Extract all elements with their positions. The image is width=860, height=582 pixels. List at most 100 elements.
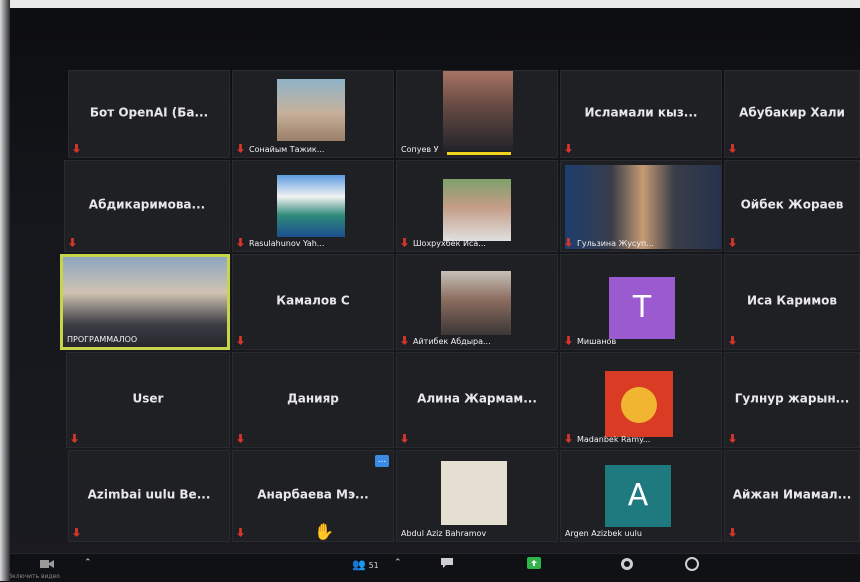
participant-label: Гульзина Жусуп... [577,239,654,248]
participant-name: Ойбек Жораев [740,197,844,212]
participant-label: Madanbek Ramy... [577,435,651,444]
participant-tile[interactable]: A Argen Azizbek uulu [560,450,722,542]
participant-name: Иса Каримов [747,293,837,308]
mic-muted-icon [565,434,572,443]
participant-tile[interactable]: Шохрухбек Иса... [396,160,558,252]
participant-label: Argen Azizbek uulu [565,529,642,538]
mic-muted-icon [73,528,80,537]
participant-tile[interactable]: Абдикаримова... [64,160,230,252]
mic-muted-icon [401,238,408,247]
participant-tile[interactable]: Гульзина Жусуп... [560,160,722,252]
participant-name: Данияр [287,391,339,406]
participant-tile[interactable]: Madanbek Ramy... [560,352,722,448]
mic-muted-icon [237,434,244,443]
mic-muted-icon [73,144,80,153]
monitor-bezel-top [0,0,860,8]
participant-label: Айтибек Абдыра... [413,337,491,346]
participant-tile[interactable]: Алина Жармам... [396,352,558,448]
participant-tile[interactable]: Бот OpenAI (Ба... [68,70,230,158]
start-video-button[interactable]: Включить видео [8,557,76,581]
participants-count: 51 [368,561,379,570]
mic-muted-icon [729,238,736,247]
participant-name: Azimbai uulu Be... [87,487,211,502]
video-feed [63,257,227,347]
participant-name: Айжан Имамал... [732,487,852,502]
participant-tile[interactable]: Сопуев У [396,70,558,158]
participant-tile[interactable]: Айжан Имамал... [724,450,860,542]
participant-label: Шохрухбек Иса... [413,239,486,248]
participant-tile[interactable]: Гулнур жарын... [724,352,860,448]
mic-muted-icon [729,528,736,537]
participant-tile[interactable]: Иса Каримов [724,254,860,350]
monitor-bezel-left [0,0,10,581]
participant-tile[interactable]: Rasulahunov Yah... [232,160,394,252]
participant-label: Мишанов [577,337,617,346]
mic-muted-icon [237,528,244,537]
mic-muted-icon [69,238,76,247]
participant-name: Бот OpenAI (Ба... [89,105,209,120]
avatar: T [609,277,675,339]
participant-name: User [132,391,164,406]
participant-name: Алина Жармам... [417,391,537,406]
participant-tile[interactable]: Исламали кыз... [560,70,722,158]
avatar: A [605,465,671,527]
reactions-button[interactable] [685,557,699,574]
mic-muted-icon [565,336,572,345]
more-options-button[interactable]: ... [375,455,389,467]
reactions-icon [685,557,699,571]
speaking-indicator [447,152,511,155]
sun-icon [621,387,657,423]
video-feed [441,461,507,525]
mic-muted-icon [729,336,736,345]
video-feed [441,271,511,335]
participant-tile[interactable]: Камалов С [232,254,394,350]
participant-tile[interactable]: Ойбек Жораев [724,160,860,252]
start-video-label: Включить видео [8,573,60,580]
participant-tile[interactable]: Сонайым Тажик... [232,70,394,158]
participant-tile[interactable]: Анарбаева Мэ... ... [232,450,394,542]
participant-tile[interactable]: Айтибек Абдыра... [396,254,558,350]
participant-tile[interactable]: User [66,352,230,448]
mic-muted-icon [565,144,572,153]
participant-tile[interactable]: Абубакир Хали [724,70,860,158]
share-screen-button[interactable] [527,557,541,572]
participant-tile[interactable]: T Мишанов [560,254,722,350]
chat-button[interactable] [440,557,454,572]
participant-name: Абубакир Хали [739,105,845,120]
mic-muted-icon [401,434,408,443]
mic-muted-icon [237,144,244,153]
chevron-up-icon[interactable]: ⌃ [84,558,92,568]
share-screen-icon [527,557,541,569]
participant-tile[interactable]: Данияр [232,352,394,448]
mic-muted-icon [729,144,736,153]
video-camera-icon [40,560,54,568]
meeting-toolbar: Включить видео ⌃ 👥 51 ⌃ [0,553,860,582]
flag-image [605,371,673,437]
participant-name: Исламали кыз... [584,105,698,120]
participant-tile[interactable]: Azimbai uulu Be... [68,450,230,542]
participant-name: Абдикаримова... [88,197,206,212]
participant-name: Камалов С [276,293,350,308]
zoom-gallery-view: Бот OpenAI (Ба... Сонайым Тажик... Сопуе… [0,0,860,582]
participant-label: Сонайым Тажик... [249,145,325,154]
mic-muted-icon [237,336,244,345]
video-feed [443,71,513,151]
participants-icon: 👥 [352,558,366,571]
record-button[interactable] [620,557,634,574]
video-feed [443,179,511,241]
participant-tile[interactable]: Abdul Aziz Bahramov [396,450,558,542]
participant-label: Rasulahunov Yah... [249,239,325,248]
hand-cursor-icon: ✋ [314,522,334,541]
chevron-up-icon[interactable]: ⌃ [394,558,402,568]
participant-name: Гулнур жарын... [734,391,850,406]
participant-label: Сопуев У [401,145,439,154]
participants-button[interactable]: 👥 51 [352,558,382,571]
video-feed [277,175,345,237]
video-feed [565,165,721,249]
record-icon [621,558,633,570]
participant-name: Анарбаева Мэ... [257,487,369,502]
chat-icon [441,558,453,568]
participant-label: Abdul Aziz Bahramov [401,529,487,538]
mic-muted-icon [237,238,244,247]
participant-tile-active-speaker[interactable]: ПРОГРАММАЛОО [60,254,230,350]
